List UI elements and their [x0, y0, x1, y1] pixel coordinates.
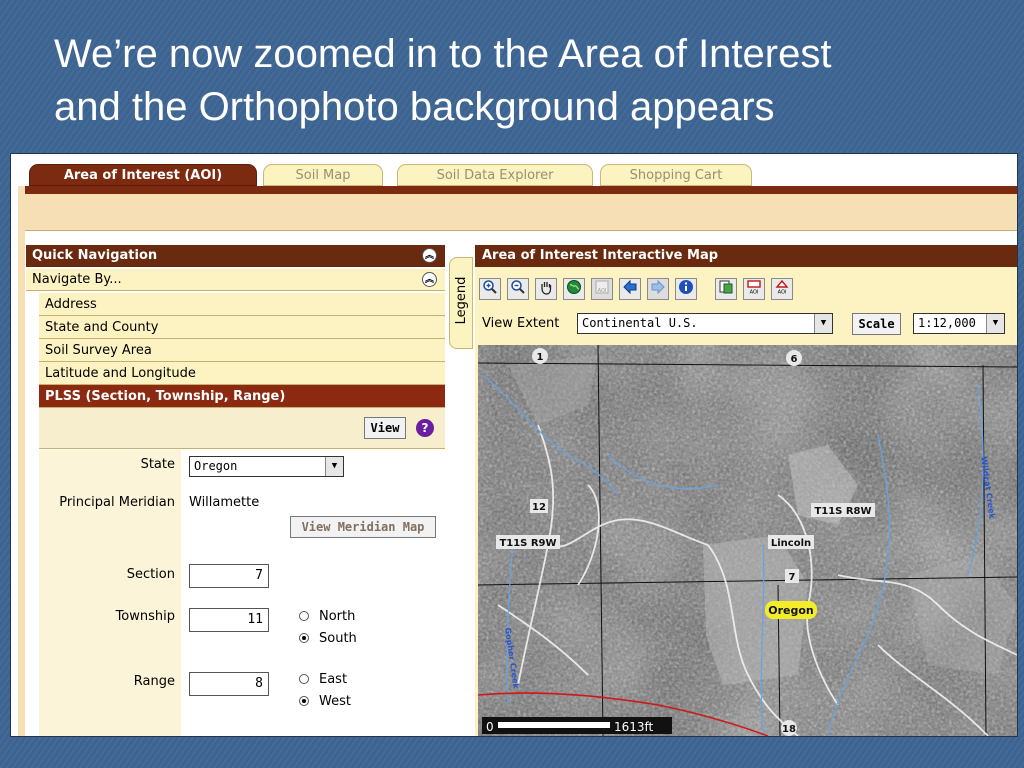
forward-arrow-icon	[647, 278, 669, 300]
zoom-in-icon[interactable]	[479, 278, 501, 300]
map-label-section-7: 7	[789, 572, 796, 583]
radio-icon[interactable]	[299, 610, 309, 621]
map-label-township-west: T11S R9W	[499, 538, 556, 549]
quick-navigation-panel: Quick Navigation ︽ Navigate By... ︽ Addr…	[26, 245, 445, 736]
tab-soil-data-explorer[interactable]: Soil Data Explorer	[397, 164, 593, 186]
help-icon[interactable]: ?	[416, 419, 434, 437]
svg-text:AOI: AOI	[750, 290, 759, 296]
range-west-radio[interactable]: West	[299, 693, 351, 711]
title-line-1: We’re now zoomed in to the Area of Inter…	[54, 32, 832, 76]
select-features-icon[interactable]	[715, 278, 737, 300]
navigate-by-title: Navigate By...	[32, 272, 122, 287]
township-north-radio[interactable]: North	[299, 608, 355, 626]
quick-navigation-header[interactable]: Quick Navigation ︽	[26, 245, 445, 267]
aoi-disabled-icon: AOI	[591, 278, 613, 300]
back-arrow-icon[interactable]	[619, 278, 641, 300]
township-north-label: North	[319, 609, 356, 624]
tab-bar: Area of Interest (AOI) Soil Map Soil Dat…	[11, 154, 1017, 188]
scale-select[interactable]: 1:12,000 ▼	[913, 313, 1005, 334]
view-extent-select[interactable]: Continental U.S. ▼	[577, 313, 833, 334]
range-east-radio[interactable]: East	[299, 671, 347, 689]
radio-icon[interactable]	[299, 673, 309, 684]
indent-spacer	[26, 293, 39, 736]
define-aoi-rectangle-icon[interactable]: AOI	[743, 278, 765, 300]
section-label: Section	[126, 567, 175, 582]
frame-strip	[18, 186, 25, 736]
slide-title: We’re now zoomed in to the Area of Inter…	[54, 28, 1014, 134]
map-label-township-east: T11S R8W	[814, 506, 871, 517]
principal-meridian-label: Principal Meridian	[59, 495, 175, 510]
range-label: Range	[133, 674, 175, 689]
toolbar-band	[25, 194, 1017, 231]
svg-text:AOI: AOI	[598, 288, 607, 294]
scale-button[interactable]: Scale	[852, 313, 901, 335]
scalebar-end-label: 1613ft	[614, 720, 654, 734]
scale-value: 1:12,000	[918, 316, 976, 330]
scalebar-start-label: 0	[486, 720, 494, 734]
section-input[interactable]: 7	[189, 564, 269, 588]
view-extent-value: Continental U.S.	[582, 316, 698, 330]
map-label-section-6: 6	[791, 354, 798, 365]
quick-navigation-title: Quick Navigation	[32, 248, 158, 263]
dropdown-arrow-icon[interactable]: ▼	[325, 457, 343, 476]
collapse-icon[interactable]: ︽	[422, 272, 437, 287]
radio-checked-icon[interactable]	[299, 695, 309, 706]
plss-form: State Oregon ▼ Principal Meridian Willam…	[39, 450, 445, 736]
nav-item-lat-long[interactable]: Latitude and Longitude	[39, 362, 445, 385]
orthophoto-map[interactable]: 1 6 12 7 18 T11S R8W T11S R9W Lincoln Or…	[478, 345, 1017, 736]
legend-tab[interactable]: Legend	[449, 257, 473, 349]
nav-item-state-county[interactable]: State and County	[39, 316, 445, 339]
range-east-label: East	[319, 672, 348, 687]
navigate-by-header[interactable]: Navigate By... ︽	[26, 269, 445, 291]
nav-item-plss[interactable]: PLSS (Section, Township, Range)	[39, 385, 445, 408]
interactive-map-panel: Area of Interest Interactive Map AOI AOI…	[475, 245, 1017, 736]
nav-item-address[interactable]: Address	[39, 293, 445, 316]
township-label: Township	[115, 609, 175, 624]
view-meridian-map-button[interactable]: View Meridian Map	[290, 516, 436, 538]
tab-soil-map[interactable]: Soil Map	[263, 164, 383, 186]
dropdown-arrow-icon[interactable]: ▼	[986, 314, 1004, 333]
principal-meridian-value: Willamette	[189, 495, 260, 510]
map-label-section-18: 18	[782, 724, 796, 735]
view-button-row: View ?	[39, 408, 445, 449]
view-extent-label: View Extent	[482, 316, 560, 331]
legend-tab-label: Legend	[454, 276, 469, 325]
map-label-state: Oregon	[768, 604, 814, 617]
state-select-value: Oregon	[194, 459, 238, 473]
township-input[interactable]: 11	[189, 608, 269, 632]
form-label-column	[39, 450, 181, 736]
state-select[interactable]: Oregon ▼	[189, 456, 344, 477]
tab-shopping-cart[interactable]: Shopping Cart	[600, 164, 752, 186]
web-soil-survey-window: Area of Interest (AOI) Soil Map Soil Dat…	[10, 153, 1018, 737]
township-south-radio[interactable]: South	[299, 630, 357, 648]
map-label-section-12: 12	[532, 502, 546, 513]
identify-info-icon[interactable]	[675, 278, 697, 300]
collapse-icon[interactable]: ︽	[422, 248, 437, 263]
define-aoi-polygon-icon[interactable]: AOI	[771, 278, 793, 300]
radio-checked-icon[interactable]	[299, 632, 309, 643]
map-label-section-1: 1	[537, 352, 544, 363]
range-west-label: West	[319, 694, 351, 709]
dropdown-arrow-icon[interactable]: ▼	[814, 314, 832, 333]
title-line-2: and the Orthophoto background appears	[54, 85, 775, 129]
range-input[interactable]: 8	[189, 672, 269, 696]
township-south-label: South	[319, 631, 357, 646]
map-label-county: Lincoln	[771, 538, 811, 549]
orthophoto-map-canvas[interactable]: 1 6 12 7 18 T11S R8W T11S R9W Lincoln Or…	[478, 345, 1017, 736]
map-header: Area of Interest Interactive Map	[475, 245, 1017, 267]
full-extent-globe-icon[interactable]	[563, 278, 585, 300]
zoom-out-icon[interactable]	[507, 278, 529, 300]
tab-area-of-interest[interactable]: Area of Interest (AOI)	[29, 164, 257, 186]
state-label: State	[140, 457, 175, 472]
pan-hand-icon[interactable]	[535, 278, 557, 300]
svg-text:AOI: AOI	[778, 290, 787, 296]
nav-item-soil-survey-area[interactable]: Soil Survey Area	[39, 339, 445, 362]
tab-band	[18, 186, 1017, 194]
view-button[interactable]: View	[364, 417, 406, 439]
